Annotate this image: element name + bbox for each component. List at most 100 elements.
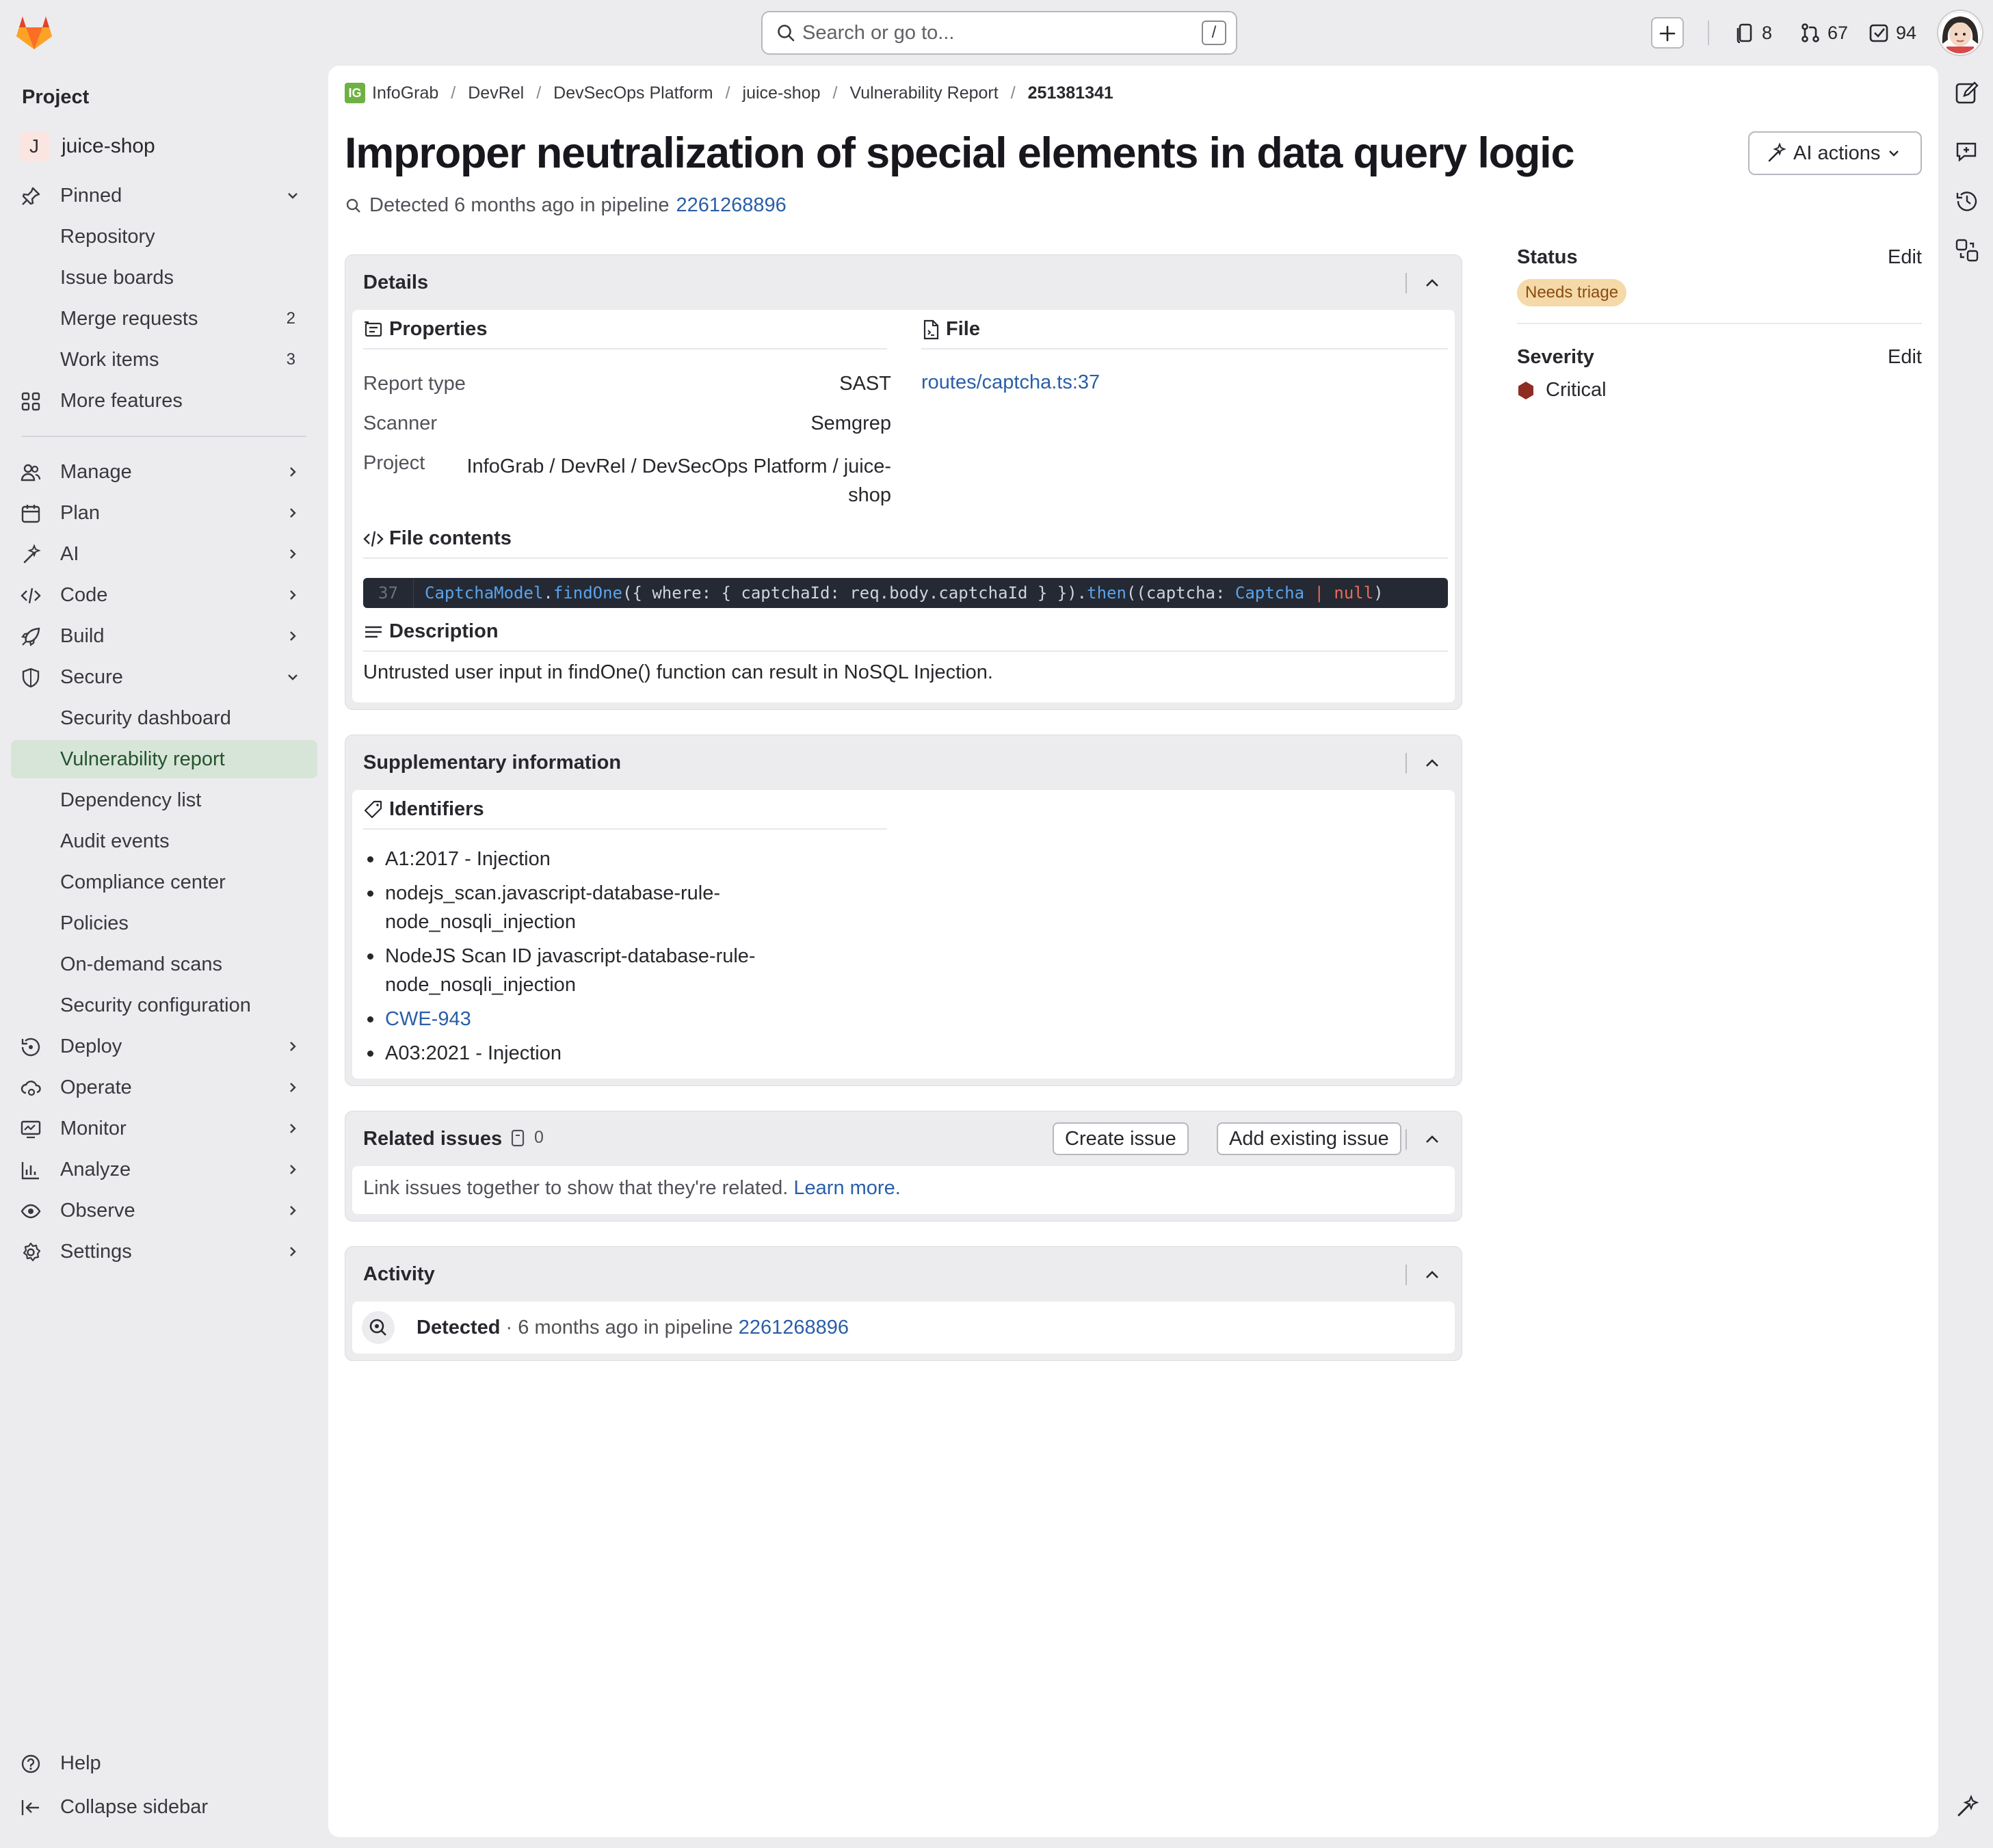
breadcrumb-item-vulnerability-report[interactable]: Vulnerability Report — [849, 83, 998, 103]
ai-actions-dropdown[interactable]: AI actions — [1748, 131, 1922, 175]
learn-more-link[interactable]: Learn more. — [793, 1177, 900, 1199]
code-token: null — [1334, 583, 1374, 603]
file-heading: File — [921, 318, 980, 341]
project-path-link[interactable]: InfoGrab / DevRel / DevSecOps Platform /… — [467, 452, 892, 510]
severity-text: Critical — [1546, 379, 1607, 401]
sidebar-item-security-configuration[interactable]: Security configuration — [11, 986, 317, 1025]
comment-add-icon[interactable] — [1955, 140, 1979, 164]
merge-icon[interactable] — [1955, 238, 1979, 263]
sidebar-item-ai[interactable]: AI — [11, 535, 317, 573]
sidebar-item-audit-events[interactable]: Audit events — [11, 822, 317, 860]
code-token: ) — [1373, 583, 1384, 603]
code-icon — [363, 531, 384, 546]
breadcrumb-item-juice-shop[interactable]: juice-shop — [743, 83, 821, 103]
history-icon[interactable] — [1955, 189, 1979, 213]
chevron-right-icon — [290, 549, 296, 559]
project-avatar: J — [19, 131, 49, 161]
chevron-right-icon — [290, 1206, 296, 1215]
sidebar-project-link[interactable]: J juice-shop — [11, 129, 317, 164]
identifier-item: NodeJS Scan ID javascript-database-rule-… — [363, 942, 787, 999]
activity-event-text: Detected · 6 months ago in pipeline 2261… — [417, 1317, 849, 1339]
add-existing-issue-button[interactable]: Add existing issue — [1217, 1122, 1401, 1155]
search-input[interactable] — [802, 19, 1172, 47]
sidebar-item-security-dashboard[interactable]: Security dashboard — [11, 699, 317, 737]
issues-count: 8 — [1762, 22, 1773, 43]
gitlab-logo-icon[interactable] — [15, 15, 53, 51]
sidebar-item-manage[interactable]: Manage — [11, 453, 317, 491]
cwe-link[interactable]: CWE-943 — [385, 1008, 471, 1030]
chevron-up-icon[interactable] — [1422, 1129, 1442, 1150]
collapse-sidebar-button[interactable]: Collapse sidebar — [11, 1788, 317, 1826]
duo-chat-icon[interactable] — [1955, 1795, 1979, 1819]
sidebar-item-plan[interactable]: Plan — [11, 494, 317, 532]
file-link[interactable]: routes/captcha.ts:37 — [921, 371, 1100, 394]
sidebar-item-pinned[interactable]: Pinned — [11, 176, 317, 215]
merge-requests-counter[interactable]: 67 — [1800, 18, 1848, 48]
sidebar-item-operate[interactable]: Operate — [11, 1068, 317, 1107]
left-sidebar: Project J juice-shop Pinned Repository I… — [0, 66, 328, 1848]
sidebar-item-more-features[interactable]: More features — [11, 382, 317, 420]
chevron-up-icon[interactable] — [1422, 273, 1442, 293]
sidebar-item-label: AI — [60, 542, 79, 565]
chevron-right-icon — [290, 1124, 296, 1133]
pipeline-link[interactable]: 2261268896 — [676, 194, 787, 217]
details-card: Details Properties Report type SAST Scan… — [345, 254, 1462, 710]
breadcrumb-separator: / — [832, 83, 838, 103]
edit-icon[interactable] — [1955, 81, 1979, 105]
breadcrumb-item-devrel[interactable]: DevRel — [468, 83, 524, 103]
breadcrumb-item-infograb[interactable]: InfoGrab — [372, 83, 438, 103]
pin-icon — [22, 187, 40, 205]
activity-event-time: · 6 months ago in pipeline — [500, 1317, 739, 1338]
sidebar-item-settings[interactable]: Settings — [11, 1232, 317, 1271]
status-edit-button[interactable]: Edit — [1888, 246, 1922, 269]
breadcrumb-item-devsecops-platform[interactable]: DevSecOps Platform — [553, 83, 713, 103]
sidebar-item-analyze[interactable]: Analyze — [11, 1150, 317, 1189]
issues-counter[interactable]: 8 — [1736, 18, 1772, 48]
issues-icon — [1737, 23, 1752, 43]
count-badge: 2 — [286, 309, 295, 328]
identifier-item: nodejs_scan.javascript-database-rule-nod… — [363, 879, 787, 936]
file-contents-label: File contents — [389, 527, 512, 549]
search-box[interactable]: / — [761, 11, 1237, 55]
sidebar-heading: Project — [22, 86, 90, 108]
sidebar-item-observe[interactable]: Observe — [11, 1191, 317, 1230]
create-issue-button[interactable]: Create issue — [1053, 1122, 1189, 1155]
sidebar-item-secure[interactable]: Secure — [11, 658, 317, 696]
sidebar-item-policies[interactable]: Policies — [11, 904, 317, 942]
sidebar-divider — [22, 436, 306, 437]
chevron-up-icon[interactable] — [1422, 753, 1442, 774]
sidebar-item-code[interactable]: Code — [11, 576, 317, 614]
sidebar-item-merge-requests[interactable]: Merge requests 2 — [11, 300, 317, 338]
sidebar-item-repository[interactable]: Repository — [11, 217, 317, 256]
user-avatar[interactable] — [1938, 11, 1982, 55]
sidebar-item-compliance-center[interactable]: Compliance center — [11, 863, 317, 901]
section-divider — [363, 557, 1448, 559]
activity-pipeline-link[interactable]: 2261268896 — [739, 1317, 849, 1338]
sparkle-icon — [23, 544, 41, 564]
sidebar-item-work-items[interactable]: Work items 3 — [11, 341, 317, 379]
todos-count: 94 — [1896, 22, 1917, 43]
sidebar-item-dependency-list[interactable]: Dependency list — [11, 781, 317, 819]
sidebar-item-label: Code — [60, 583, 108, 606]
sidebar-item-deploy[interactable]: Deploy — [11, 1027, 317, 1066]
sidebar-item-monitor[interactable]: Monitor — [11, 1109, 317, 1148]
help-button[interactable]: Help — [11, 1744, 317, 1782]
chevron-up-icon[interactable] — [1422, 1265, 1442, 1285]
related-issues-body: Link issues together to show that they'r… — [352, 1166, 1455, 1214]
sidebar-item-build[interactable]: Build — [11, 617, 317, 655]
sidebar-item-issue-boards[interactable]: Issue boards — [11, 259, 317, 297]
create-new-button[interactable] — [1651, 17, 1684, 49]
header-divider — [1405, 1129, 1407, 1150]
code-token: CaptchaModel — [425, 583, 544, 603]
related-issues-count: 0 — [510, 1128, 544, 1148]
code-token: ((captcha: — [1126, 583, 1235, 603]
todos-counter[interactable]: 94 — [1869, 18, 1916, 48]
sidebar-item-label: Monitor — [60, 1117, 127, 1139]
breadcrumb-item-current[interactable]: 251381341 — [1028, 83, 1113, 103]
sidebar-item-on-demand-scans[interactable]: On-demand scans — [11, 945, 317, 984]
severity-edit-button[interactable]: Edit — [1888, 346, 1922, 369]
report-type-label: Report type — [363, 373, 466, 395]
sidebar-item-vulnerability-report[interactable]: Vulnerability report — [11, 740, 317, 778]
chevron-down-icon — [288, 193, 298, 199]
scanner-label: Scanner — [363, 412, 438, 434]
